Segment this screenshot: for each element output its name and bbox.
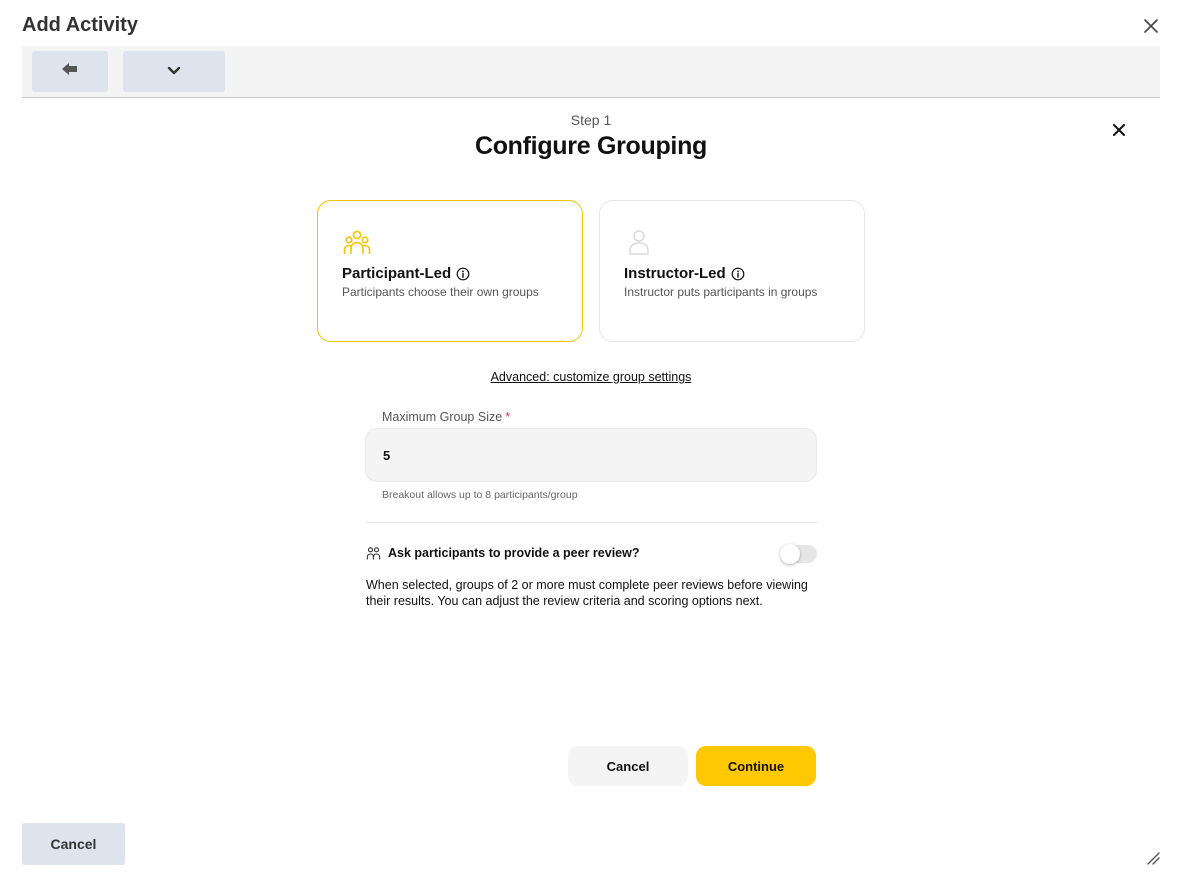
participant-led-description: Participants choose their own groups <box>342 285 539 299</box>
participant-led-label: Participant-Led <box>342 265 452 282</box>
back-button[interactable] <box>32 51 108 92</box>
cancel-button[interactable]: Cancel <box>568 746 688 786</box>
group-icon <box>342 227 372 257</box>
instructor-led-description: Instructor puts participants in groups <box>624 285 818 299</box>
footer-cancel-button[interactable]: Cancel <box>22 823 125 865</box>
dialog-close-icon[interactable] <box>1141 16 1161 36</box>
group-size-help: Breakout allows up to 8 participants/gro… <box>382 489 578 501</box>
advanced-settings-link[interactable]: Advanced: customize group settings <box>0 370 1182 384</box>
user-icon <box>624 227 654 257</box>
dialog-title: Add Activity <box>22 14 138 36</box>
page-title: Configure Grouping <box>474 132 708 160</box>
panel-close-icon[interactable] <box>1110 121 1128 139</box>
participant-led-card[interactable]: Participant-Led Participants choose thei… <box>317 200 583 342</box>
toggle-knob <box>780 544 800 564</box>
info-icon[interactable] <box>731 267 745 281</box>
instructor-led-title: Instructor-Led <box>624 265 745 282</box>
peer-review-label: Ask participants to provide a peer revie… <box>388 546 640 560</box>
chevron-down-icon <box>167 63 181 81</box>
arrow-left-icon <box>61 62 79 81</box>
resize-handle-icon[interactable] <box>1146 851 1160 865</box>
required-marker: * <box>505 410 511 424</box>
peer-review-description: When selected, groups of 2 or more must … <box>366 578 808 608</box>
group-size-label: Maximum Group Size * <box>382 410 510 424</box>
group-size-input[interactable] <box>365 428 817 482</box>
info-icon[interactable] <box>456 267 470 281</box>
continue-button[interactable]: Continue <box>696 746 816 786</box>
participant-led-title: Participant-Led <box>342 265 470 282</box>
more-dropdown-button[interactable] <box>123 51 225 92</box>
divider <box>366 522 817 523</box>
peer-review-toggle[interactable] <box>780 544 817 564</box>
toolbar <box>22 46 1160 98</box>
instructor-led-card[interactable]: Instructor-Led Instructor puts participa… <box>599 200 865 342</box>
instructor-led-label: Instructor-Led <box>624 265 726 282</box>
group-size-label-text: Maximum Group Size <box>382 410 503 424</box>
peer-review-icon <box>366 546 381 561</box>
step-label: Step 1 <box>570 112 612 128</box>
